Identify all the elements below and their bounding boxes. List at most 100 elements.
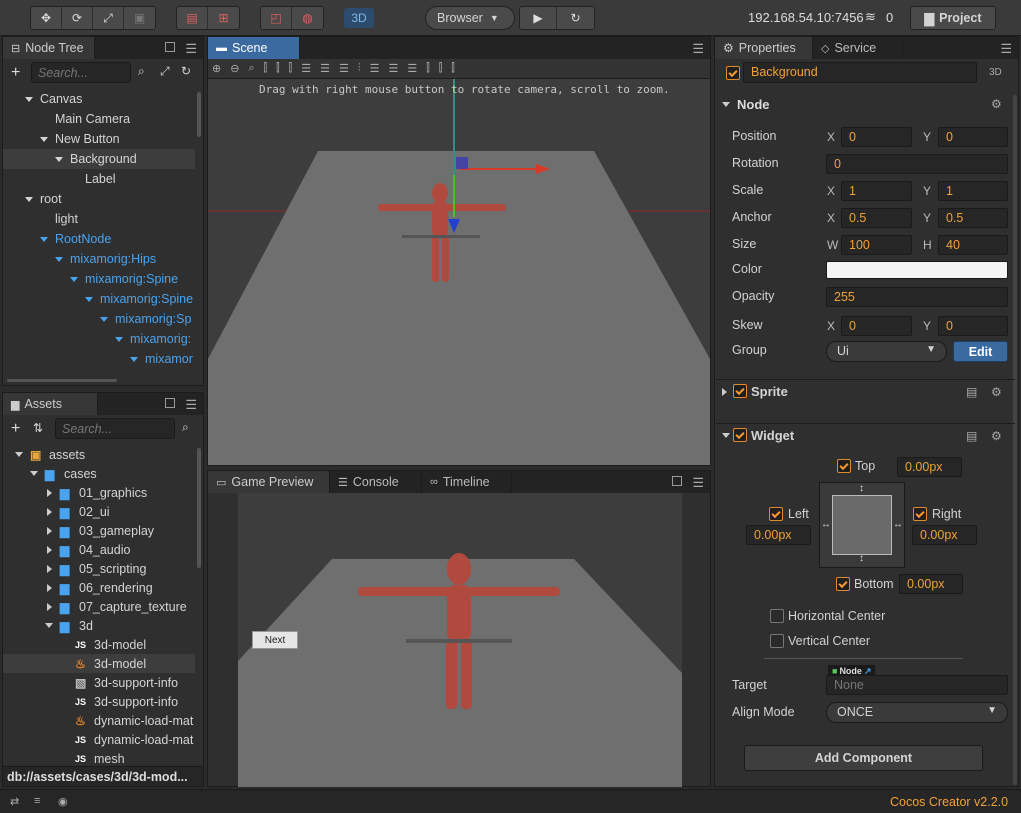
asset-tree-item[interactable]: ♨ dynamic-load-mat xyxy=(3,711,195,730)
asset-tree-item[interactable]: ▧ 3d-support-info xyxy=(3,673,195,692)
world-gizmo-icon[interactable]: ◍ xyxy=(292,7,323,29)
tab-scene[interactable]: ▬ Scene xyxy=(208,37,300,59)
node-tree-item[interactable]: Canvas xyxy=(3,89,195,109)
pivot-icon[interactable]: ▤ xyxy=(177,7,208,29)
widget-left-checkbox[interactable] xyxy=(769,507,783,521)
align-mode-select[interactable]: ONCE ▼ xyxy=(826,702,1008,723)
scale-y-field[interactable]: 1 xyxy=(938,181,1008,201)
node-tree-scrollbar[interactable] xyxy=(197,92,201,137)
chevron-down-icon[interactable] xyxy=(100,316,108,322)
expand-icon[interactable]: ⤢ xyxy=(160,64,170,79)
zoom-reset-icon[interactable]: ⌕ xyxy=(248,62,254,75)
distribute-bottom-icon[interactable]: ☰ xyxy=(388,62,398,75)
menu-icon[interactable]: ☰ xyxy=(692,41,704,57)
position-x-field[interactable]: 0 xyxy=(841,127,912,147)
search-icon[interactable]: ⌕ xyxy=(182,420,189,435)
menu-icon[interactable]: ☰ xyxy=(185,397,197,413)
help-book-icon[interactable]: ▤ xyxy=(966,429,977,443)
tab-properties[interactable]: ⚙ Properties xyxy=(715,37,813,59)
node-search-input[interactable] xyxy=(31,62,131,83)
sort-icon[interactable]: ⇅ xyxy=(33,421,43,435)
widget-enabled-checkbox[interactable] xyxy=(733,428,747,442)
distribute-top-icon[interactable]: ⫶ xyxy=(358,62,361,75)
chevron-right-icon[interactable] xyxy=(47,545,52,554)
size-h-field[interactable]: 40 xyxy=(938,235,1008,255)
gear-icon[interactable]: ⚙ xyxy=(991,429,1002,443)
tab-service[interactable]: ◇ Service xyxy=(813,37,903,59)
chevron-right-icon[interactable] xyxy=(47,488,52,497)
zoom-out-icon[interactable]: ⊖ xyxy=(230,62,239,75)
menu-icon[interactable]: ☰ xyxy=(185,41,197,57)
chevron-down-icon[interactable] xyxy=(15,452,23,457)
tab-timeline[interactable]: ∞ Timeline xyxy=(422,471,512,493)
menu-icon[interactable]: ☰ xyxy=(692,475,704,491)
rotation-field[interactable]: 0 xyxy=(826,154,1008,174)
chevron-down-icon[interactable] xyxy=(115,336,123,342)
node-tree-item[interactable]: New Button xyxy=(3,129,195,149)
vertical-center-checkbox[interactable] xyxy=(770,634,784,648)
asset-tree-item[interactable]: JS mesh xyxy=(3,749,195,766)
position-y-field[interactable]: 0 xyxy=(938,127,1008,147)
gear-icon[interactable]: ⚙ xyxy=(991,385,1002,399)
chevron-down-icon[interactable] xyxy=(70,276,78,282)
group-select[interactable]: Ui ▼ xyxy=(826,341,947,362)
refresh-icon[interactable]: ↻ xyxy=(557,7,594,29)
chevron-right-icon[interactable] xyxy=(47,583,52,592)
asset-tree-item[interactable]: JS 3d-model xyxy=(3,635,195,654)
widget-left-field[interactable]: 0.00px xyxy=(746,525,811,545)
maximize-icon[interactable] xyxy=(672,476,682,486)
size-w-field[interactable]: 100 xyxy=(841,235,912,255)
project-button[interactable]: ▇ Project xyxy=(910,6,996,30)
database-icon[interactable]: ≡ xyxy=(34,795,40,807)
color-swatch[interactable] xyxy=(826,261,1008,279)
add-component-button[interactable]: Add Component xyxy=(744,745,983,771)
asset-tree-item[interactable]: ▆ 05_scripting xyxy=(3,559,195,578)
node-tree-item[interactable]: RootNode xyxy=(3,229,195,249)
align-right-icon[interactable]: ⫿ xyxy=(289,62,293,75)
scene-viewport[interactable] xyxy=(208,79,710,465)
scale-x-field[interactable]: 1 xyxy=(841,181,912,201)
asset-tree-item[interactable]: JS dynamic-load-mat xyxy=(3,730,195,749)
preview-platform-select[interactable]: Browser ▼ xyxy=(425,6,515,30)
node-tree-item[interactable]: mixamorig:Spine xyxy=(3,289,195,309)
distribute-hcenter-icon[interactable]: ⫿ xyxy=(426,62,430,75)
chevron-right-icon[interactable] xyxy=(47,507,52,516)
chevron-down-icon[interactable] xyxy=(55,156,63,162)
distribute-vcenter-icon[interactable]: ☰ xyxy=(370,62,380,75)
widget-top-field[interactable]: 0.00px xyxy=(897,457,962,477)
asset-search-input[interactable] xyxy=(55,418,175,439)
align-top-icon[interactable]: ☰ xyxy=(301,62,311,75)
widget-bottom-checkbox[interactable] xyxy=(836,577,850,591)
maximize-icon[interactable] xyxy=(165,42,175,52)
tab-game-preview[interactable]: ▭ Game Preview xyxy=(208,471,330,493)
node-active-checkbox[interactable] xyxy=(726,66,740,80)
eye-icon[interactable]: ◉ xyxy=(58,795,68,808)
asset-tree-item[interactable]: ♨ 3d-model xyxy=(3,654,195,673)
node-tree-hscrollbar[interactable] xyxy=(7,379,117,382)
local-gizmo-icon[interactable]: ◰ xyxy=(261,7,292,29)
chevron-down-icon[interactable] xyxy=(45,623,53,628)
rotate-tool-icon[interactable]: ⟳ xyxy=(62,7,93,29)
node-tree-item[interactable]: root xyxy=(3,189,195,209)
next-button[interactable]: Next xyxy=(252,631,298,649)
align-hcenter-icon[interactable]: ⫿ xyxy=(276,62,280,75)
skew-x-field[interactable]: 0 xyxy=(841,316,912,336)
anchor-y-field[interactable]: 0.5 xyxy=(938,208,1008,228)
node-name-field[interactable]: Background xyxy=(743,62,977,83)
chevron-down-icon[interactable] xyxy=(40,136,48,142)
node-tree-item[interactable]: mixamor xyxy=(3,349,195,369)
horizontal-center-checkbox[interactable] xyxy=(770,609,784,623)
chevron-down-icon[interactable] xyxy=(55,256,63,262)
align-left-icon[interactable]: ⫿ xyxy=(264,62,268,75)
asset-scrollbar[interactable] xyxy=(197,448,201,568)
refresh-icon[interactable]: ↻ xyxy=(181,64,191,78)
distribute-end-icon[interactable]: ⫿ xyxy=(451,62,455,75)
skew-y-field[interactable]: 0 xyxy=(938,316,1008,336)
menu-icon[interactable]: ☰ xyxy=(1000,41,1012,57)
gear-icon[interactable]: ⚙ xyxy=(991,97,1002,111)
target-field[interactable]: None xyxy=(826,675,1008,695)
3d-mode-toggle[interactable]: 3D xyxy=(344,8,374,28)
game-viewport[interactable] xyxy=(238,493,682,787)
sync-icon[interactable]: ⇄ xyxy=(10,795,19,808)
align-vcenter-icon[interactable]: ☰ xyxy=(320,62,330,75)
